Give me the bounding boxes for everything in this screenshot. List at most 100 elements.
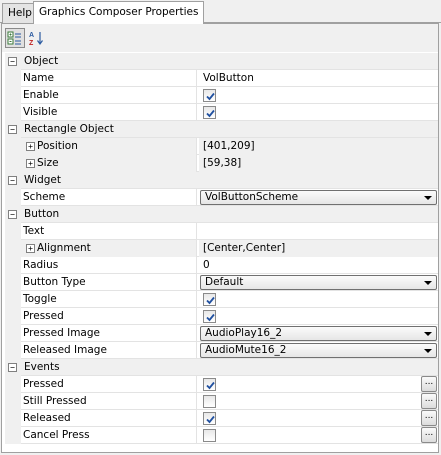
checkbox[interactable]: [203, 395, 216, 408]
row-gutter: [5, 427, 21, 444]
collapse-icon[interactable]: −: [8, 210, 17, 219]
dropdown-select[interactable]: VolButtonScheme: [200, 190, 437, 205]
expand-icon[interactable]: +: [26, 244, 35, 253]
event-editor-button[interactable]: ...: [421, 376, 437, 392]
property-row-released[interactable]: Released...: [5, 410, 438, 427]
collapse-icon[interactable]: −: [8, 176, 17, 185]
row-gutter: [5, 291, 21, 308]
chevron-down-icon: [424, 196, 432, 200]
property-value[interactable]: ...: [199, 410, 438, 427]
categorized-view-button[interactable]: [5, 28, 25, 48]
property-name: Radius: [21, 257, 197, 274]
row-gutter: [5, 223, 21, 240]
property-name: Position: [21, 138, 197, 155]
svg-text:A: A: [29, 32, 34, 39]
property-name: Still Pressed: [21, 393, 197, 410]
dropdown-select[interactable]: Default: [200, 275, 437, 290]
property-name: Enable: [21, 87, 197, 104]
property-row-text[interactable]: Text: [5, 223, 438, 240]
checkbox[interactable]: [203, 293, 216, 306]
property-name: Pressed: [21, 376, 197, 393]
property-name: Visible: [21, 104, 197, 121]
event-editor-button[interactable]: ...: [421, 427, 437, 443]
property-value[interactable]: [199, 223, 438, 240]
property-row-radius[interactable]: Radius 0: [5, 257, 438, 274]
row-gutter: [5, 138, 21, 155]
property-row-pressed[interactable]: Pressed...: [5, 376, 438, 393]
property-row-still-pressed[interactable]: Still Pressed...: [5, 393, 438, 410]
property-value[interactable]: Default: [199, 274, 438, 291]
checkbox[interactable]: [203, 310, 216, 323]
property-name: Size: [21, 155, 197, 172]
category-row-widget[interactable]: − Widget: [5, 172, 438, 189]
row-gutter: [5, 87, 21, 104]
checkbox[interactable]: [203, 106, 216, 119]
property-value[interactable]: ...: [199, 427, 438, 444]
property-value[interactable]: AudioMute16_2: [199, 342, 438, 359]
checkbox[interactable]: [203, 429, 216, 442]
category-row-events[interactable]: − Events: [5, 359, 438, 376]
property-row-pressed-image[interactable]: Pressed Image AudioPlay16_2: [5, 325, 438, 342]
property-value[interactable]: ...: [199, 376, 438, 393]
property-name: Released: [21, 410, 197, 427]
property-value[interactable]: [199, 104, 438, 121]
row-gutter: [5, 240, 21, 257]
category-label: Widget: [24, 174, 61, 186]
category-row-button[interactable]: − Button: [5, 206, 438, 223]
alphabetical-view-button[interactable]: A Z: [27, 28, 47, 48]
property-value[interactable]: [401,209]: [199, 138, 438, 155]
property-name: Text: [21, 223, 197, 240]
checkbox[interactable]: [203, 89, 216, 102]
row-gutter: [5, 308, 21, 325]
checkbox[interactable]: [203, 412, 216, 425]
chevron-down-icon: [424, 281, 432, 285]
event-editor-button[interactable]: ...: [421, 410, 437, 426]
category-row-rectangle-object[interactable]: − Rectangle Object: [5, 121, 438, 138]
expand-icon[interactable]: +: [26, 159, 35, 168]
dropdown-select[interactable]: AudioPlay16_2: [200, 326, 437, 341]
property-value[interactable]: ...: [199, 393, 438, 410]
chevron-down-icon: [424, 349, 432, 353]
property-value[interactable]: [Center,Center]: [199, 240, 438, 257]
property-row-pressed[interactable]: Pressed: [5, 308, 438, 325]
property-name: Scheme: [21, 189, 197, 206]
property-value[interactable]: [199, 291, 438, 308]
svg-text:Z: Z: [29, 40, 34, 46]
dropdown-value: AudioMute16_2: [205, 344, 287, 356]
collapse-icon[interactable]: −: [8, 125, 17, 134]
expand-icon[interactable]: +: [26, 142, 35, 151]
property-row-button-type[interactable]: Button Type Default: [5, 274, 438, 291]
property-value[interactable]: VolButtonScheme: [199, 189, 438, 206]
property-name: Name: [21, 70, 197, 87]
property-value[interactable]: AudioPlay16_2: [199, 325, 438, 342]
property-value[interactable]: [199, 87, 438, 104]
property-row-enable[interactable]: Enable: [5, 87, 438, 104]
property-value[interactable]: [59,38]: [199, 155, 438, 172]
category-row-object[interactable]: − Object: [5, 53, 438, 70]
property-row-name[interactable]: Name VolButton: [5, 70, 438, 87]
properties-panel: A Z − Object Name VolButton Enable Visible − Re…: [1, 23, 439, 453]
property-value[interactable]: [199, 308, 438, 325]
property-value[interactable]: VolButton: [199, 70, 438, 87]
property-row-alignment[interactable]: Alignment + [Center,Center]: [5, 240, 438, 257]
property-row-cancel-press[interactable]: Cancel Press...: [5, 427, 438, 444]
property-row-position[interactable]: Position + [401,209]: [5, 138, 438, 155]
event-editor-button[interactable]: ...: [421, 393, 437, 409]
property-name: Alignment: [21, 240, 197, 257]
properties-toolbar: A Z: [2, 24, 438, 52]
property-row-size[interactable]: Size + [59,38]: [5, 155, 438, 172]
alphabetical-sort-icon: A Z: [29, 32, 43, 46]
row-gutter: [5, 325, 21, 342]
property-row-released-image[interactable]: Released Image AudioMute16_2: [5, 342, 438, 359]
tab-graphics-composer-properties[interactable]: Graphics Composer Properties: [33, 1, 205, 24]
property-row-toggle[interactable]: Toggle: [5, 291, 438, 308]
row-gutter: [5, 410, 21, 427]
dropdown-select[interactable]: AudioMute16_2: [200, 343, 437, 358]
property-row-visible[interactable]: Visible: [5, 104, 438, 121]
property-value[interactable]: 0: [199, 257, 438, 274]
collapse-icon[interactable]: −: [8, 363, 17, 372]
property-row-scheme[interactable]: Scheme VolButtonScheme: [5, 189, 438, 206]
checkbox[interactable]: [203, 378, 216, 391]
row-gutter: [5, 342, 21, 359]
collapse-icon[interactable]: −: [8, 57, 17, 66]
